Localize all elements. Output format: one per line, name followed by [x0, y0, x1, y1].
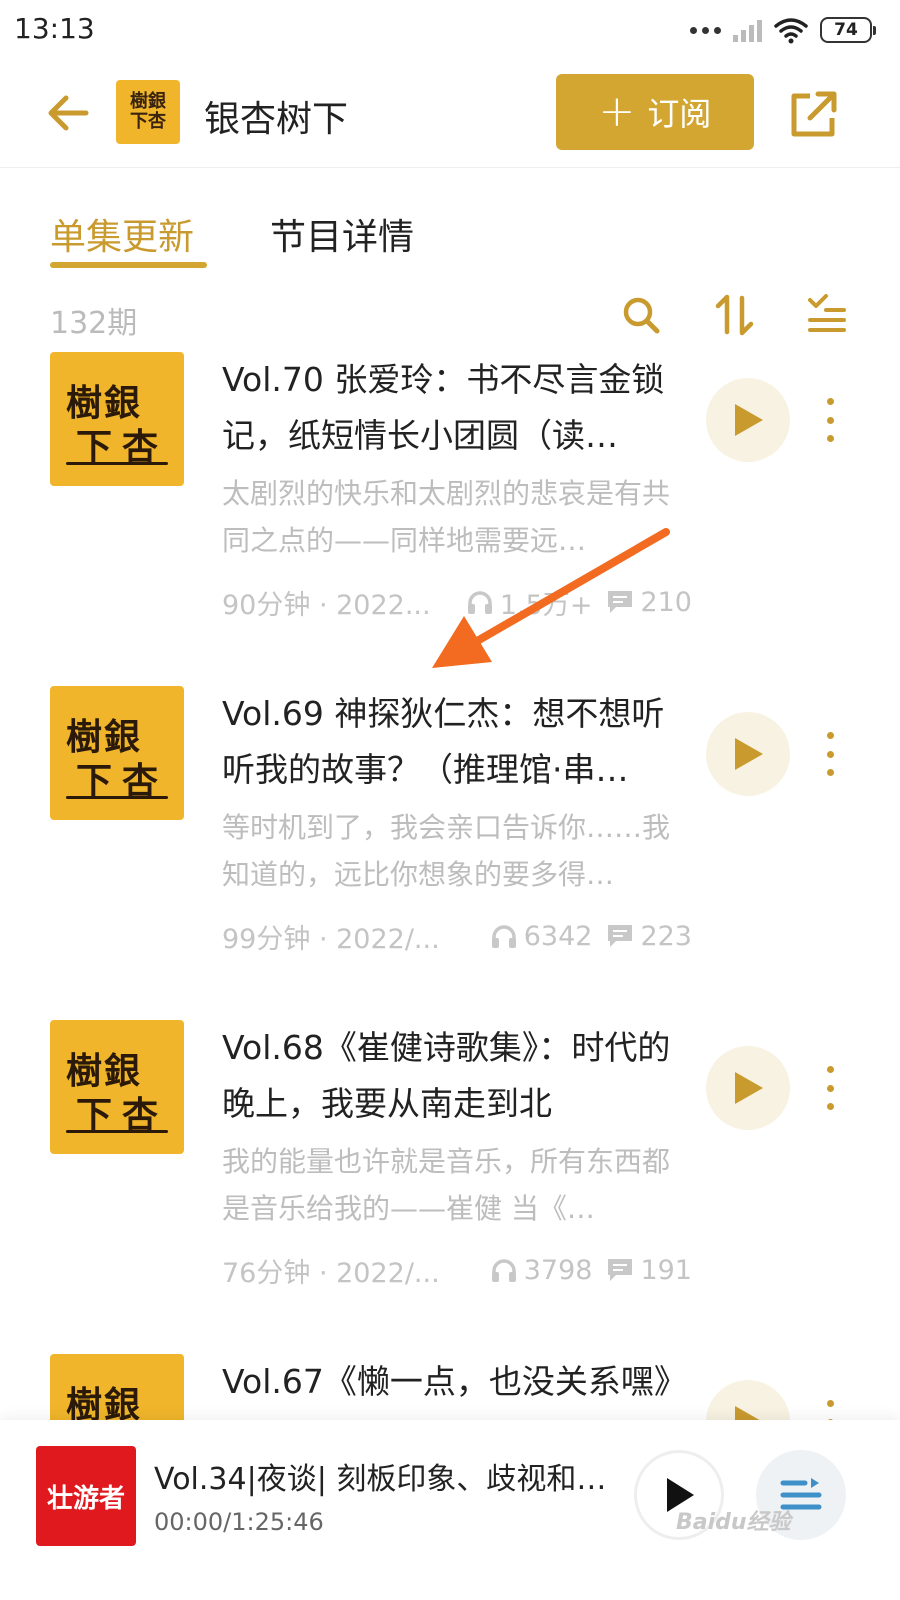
episode-duration-date: 90分钟 · 2022...: [222, 589, 431, 621]
episode-comments: 191: [640, 1254, 692, 1286]
episode-plays: 1.5万+: [499, 589, 593, 621]
episode-title[interactable]: Vol.70 张爱玲：书不尽言金锁记，纸短情长小团圆（读…: [222, 352, 682, 464]
podcast-title: 银杏树下: [204, 99, 349, 140]
headphones-icon: [491, 1259, 516, 1282]
more-button[interactable]: [818, 398, 842, 442]
headphones-icon: [467, 591, 492, 614]
play-button[interactable]: [706, 712, 790, 796]
back-button[interactable]: [42, 87, 94, 139]
play-icon: [735, 1072, 763, 1104]
mini-player-cover: 壮游者: [36, 1446, 136, 1546]
back-arrow-icon: [48, 95, 89, 131]
more-button[interactable]: [818, 732, 842, 776]
notification-dots-icon: [690, 26, 721, 34]
search-icon[interactable]: [620, 294, 662, 336]
mini-player[interactable]: 壮游者 Vol.34|夜谈| 刻板印象、歧视和… 00:00/1:25:46 B…: [0, 1420, 900, 1600]
episode-meta: 99分钟 · 2022/... 6342 223: [222, 916, 692, 956]
episode-title[interactable]: Vol.68《崔健诗歌集》：时代的晚上，我要从南走到北: [222, 1020, 682, 1132]
more-button[interactable]: [818, 1400, 842, 1420]
episode-title[interactable]: Vol.67《懒一点，也没关系嘿》: [222, 1354, 682, 1410]
baidu-watermark: Baidu经验: [676, 1510, 791, 1535]
episode-count: 132期: [50, 306, 138, 341]
episode-description: 太剧烈的快乐和太剧烈的悲哀是有共同之点的——同样地需要远…: [222, 477, 671, 557]
signal-icon: [733, 18, 762, 42]
headphones-icon: [491, 925, 516, 948]
book-icon: [66, 1130, 168, 1133]
battery-indicator: 74: [820, 17, 876, 43]
comment-icon: [608, 591, 633, 613]
tab-active-indicator: [50, 262, 207, 268]
tab-details[interactable]: 节目详情: [270, 208, 414, 260]
episode-meta: 90分钟 · 2022... 1.5万+ 210: [222, 582, 692, 622]
episode-item[interactable]: 樹銀 下杏 Vol.68《崔健诗歌集》：时代的晚上，我要从南走到北 我的能量也许…: [0, 1020, 900, 1354]
tab-episodes[interactable]: 单集更新: [50, 208, 194, 260]
status-icons: 74: [690, 14, 876, 46]
episode-plays: 6342: [523, 920, 593, 952]
filter-icon[interactable]: [806, 294, 848, 336]
cover-text: 樹銀: [66, 1384, 143, 1420]
play-button[interactable]: [706, 378, 790, 462]
podcast-logo: 樹銀 下杏: [116, 80, 180, 144]
episode-comments: 210: [640, 586, 692, 618]
share-button[interactable]: [788, 88, 840, 140]
episode-cover: 樹銀 下杏: [50, 1354, 184, 1420]
episode-plays: 3798: [523, 1254, 593, 1286]
play-button[interactable]: [706, 1380, 790, 1420]
episode-description: 我的能量也许就是音乐，所有东西都是音乐给我的——崔健 当《…: [222, 1145, 671, 1225]
status-bar: 13:13 74: [0, 0, 900, 62]
play-icon: [735, 1406, 760, 1420]
wifi-icon: [774, 18, 808, 44]
play-icon: [735, 404, 763, 436]
episode-meta: 76分钟 · 2022/... 3798 191: [222, 1250, 692, 1290]
episode-item[interactable]: 樹銀 下杏 Vol.67《懒一点，也没关系嘿》: [0, 1354, 900, 1420]
comment-icon: [608, 925, 633, 947]
episode-item[interactable]: 樹銀 下杏 Vol.69 神探狄仁杰：想不想听听我的故事？（推理馆·串… 等时机…: [0, 686, 900, 1020]
episode-cover: 樹銀 下杏: [50, 352, 184, 486]
episode-duration-date: 76分钟 · 2022/...: [222, 1257, 440, 1289]
book-icon: [66, 796, 168, 799]
episode-comments: 223: [640, 920, 692, 952]
comment-icon: [608, 1259, 633, 1281]
share-icon: [791, 91, 837, 137]
logo-line-1: 樹銀: [130, 91, 166, 112]
play-icon: [735, 738, 763, 770]
logo-line-2: 下杏: [130, 111, 166, 132]
sort-icon[interactable]: [714, 294, 756, 336]
header: 樹銀 下杏 银杏树下 + 订阅: [0, 62, 900, 168]
subscribe-label: 订阅: [647, 95, 712, 133]
mini-player-time: 00:00/1:25:46: [154, 1508, 324, 1536]
episode-duration-date: 99分钟 · 2022/...: [222, 923, 440, 955]
mini-player-title[interactable]: Vol.34|夜谈| 刻板印象、歧视和…: [154, 1454, 614, 1498]
book-icon: [66, 462, 168, 465]
more-button[interactable]: [818, 1066, 842, 1110]
status-time: 13:13: [14, 12, 95, 45]
subscribe-button[interactable]: + 订阅: [556, 74, 754, 150]
play-button[interactable]: [706, 1046, 790, 1130]
plus-icon: +: [598, 86, 636, 137]
episode-title[interactable]: Vol.69 神探狄仁杰：想不想听听我的故事？（推理馆·串…: [222, 686, 682, 798]
episode-item[interactable]: 樹銀 下杏 Vol.70 张爱玲：书不尽言金锁记，纸短情长小团圆（读… 太剧烈的…: [0, 352, 900, 686]
episode-cover: 樹銀 下杏: [50, 1020, 184, 1154]
episode-cover: 樹銀 下杏: [50, 686, 184, 820]
episode-description: 等时机到了，我会亲口告诉你……我知道的，远比你想象的要多得…: [222, 811, 671, 891]
